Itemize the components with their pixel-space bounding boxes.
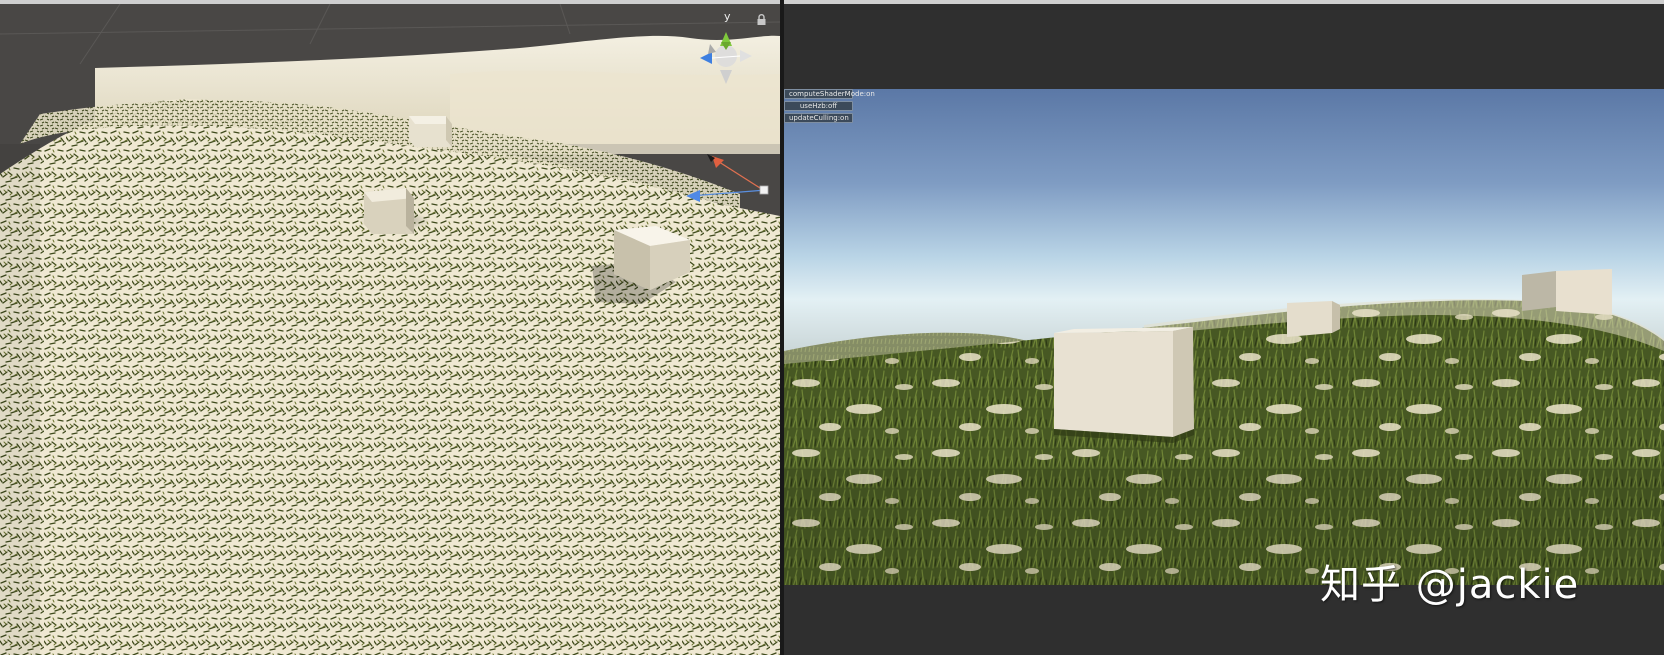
watermark-text: 知乎 @jackie (1320, 562, 1580, 608)
lock-icon[interactable] (756, 14, 767, 25)
scene-cube-back[interactable] (409, 116, 452, 147)
scene-viewport[interactable] (0, 4, 780, 655)
game-canvas[interactable]: computeShaderMode:on useHzb:off updateCu… (784, 89, 1664, 585)
game-render (784, 89, 1664, 585)
debug-button-use-hzb[interactable]: useHzb:off (784, 101, 853, 111)
scene-view[interactable]: y (0, 0, 780, 655)
game-toolbar (784, 0, 1664, 4)
scene-cube-middle[interactable] (364, 188, 414, 234)
game-cube-distant (1287, 301, 1340, 337)
game-cube-far-right (1522, 269, 1612, 315)
debug-button-compute-shader-mode[interactable]: computeShaderMode:on (784, 89, 875, 99)
game-cube-near (1054, 327, 1194, 443)
unity-editor-window: y computeShaderMode:on useHzb:off update… (0, 0, 1664, 655)
gizmo-y-axis-label: y (724, 10, 731, 23)
debug-button-update-culling[interactable]: updateCulling:on (784, 113, 853, 123)
